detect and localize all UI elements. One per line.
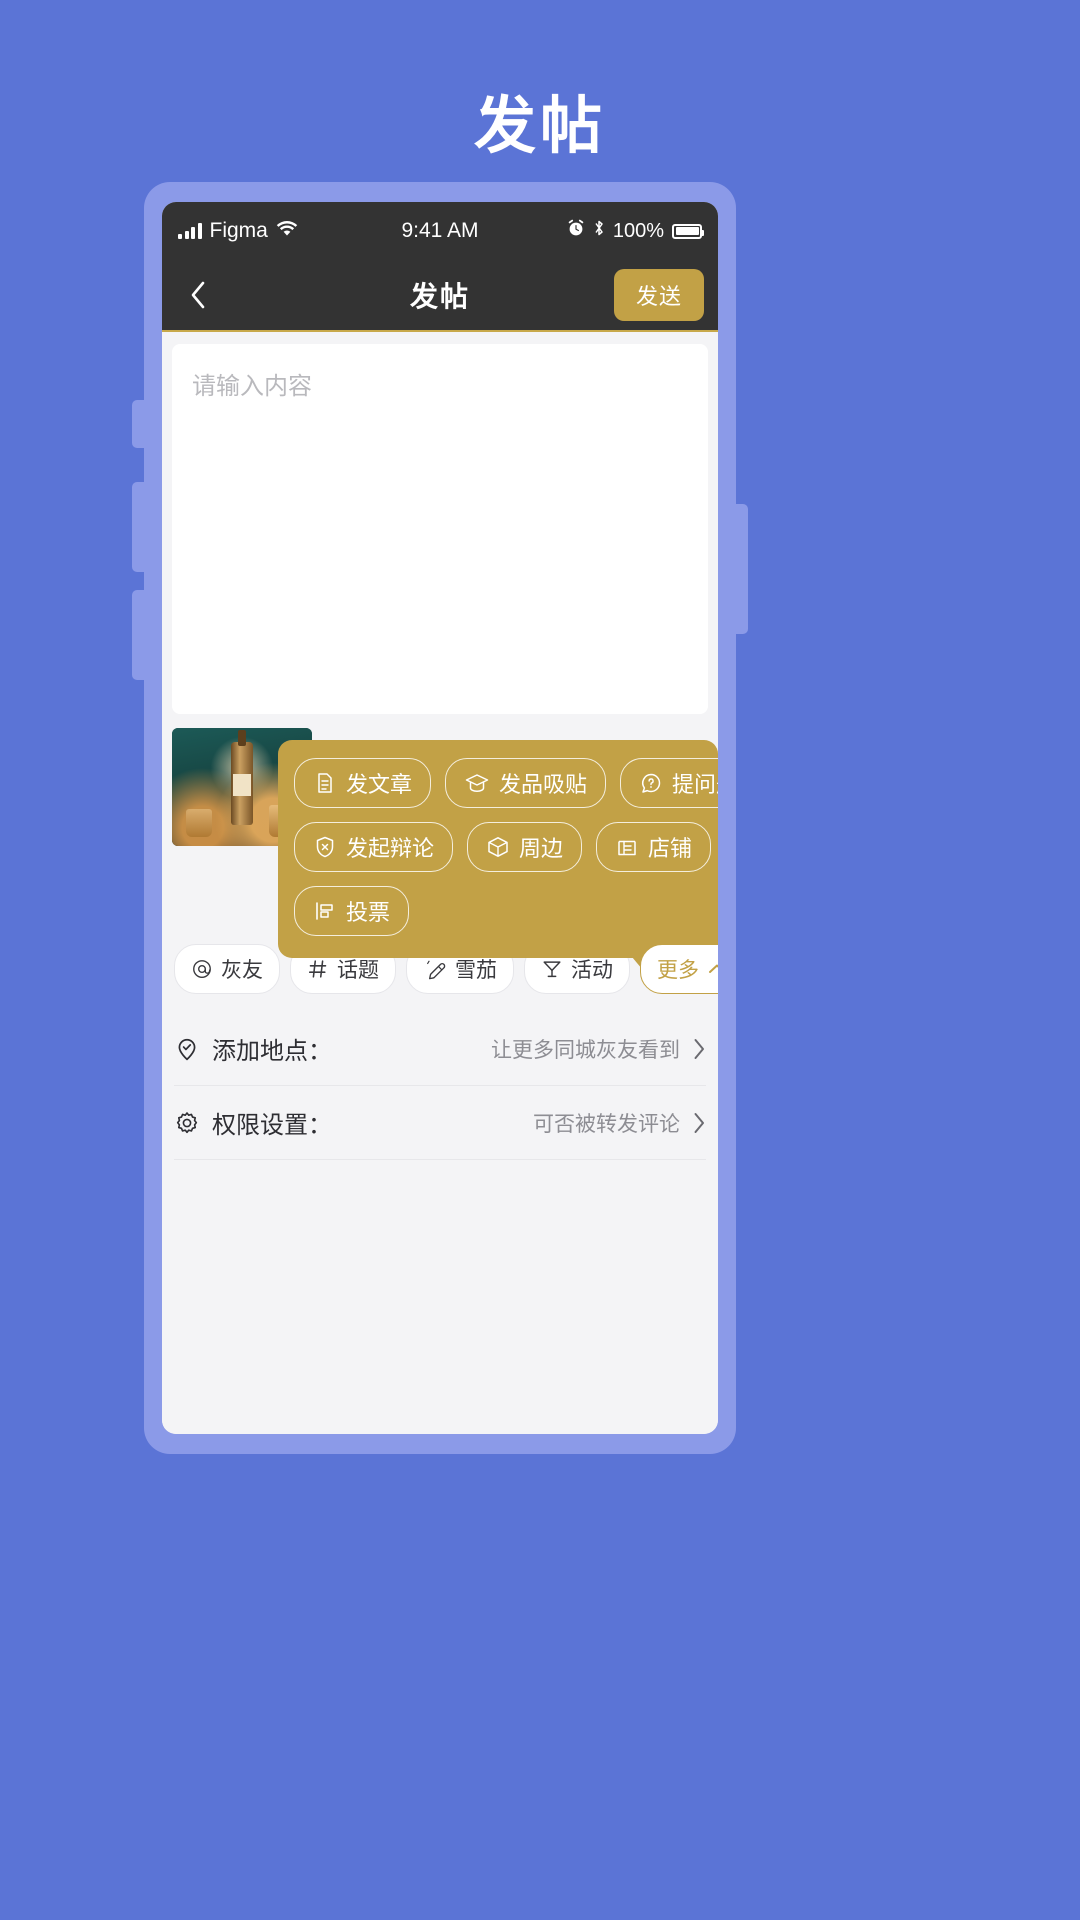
popup-item-label: 投票: [346, 900, 391, 925]
back-button[interactable]: [176, 273, 220, 317]
compose-placeholder: 请输入内容: [192, 373, 312, 400]
graduation-icon: [465, 774, 489, 792]
nav-bar: 发帖 发送: [162, 260, 718, 332]
volume-down-button[interactable]: [132, 590, 144, 680]
tool-chip-label: 雪茄: [455, 959, 497, 982]
cube-icon: [488, 837, 508, 857]
popup-item-shop[interactable]: 店铺: [596, 822, 712, 872]
at-icon: [193, 960, 211, 978]
setting-label: 添加地点：: [212, 1038, 332, 1065]
cocktail-icon: [543, 961, 561, 978]
popup-row-2: 发起辩论 周边 店铺: [294, 822, 712, 872]
tool-chip-label: 灰友: [221, 959, 263, 982]
popup-item-article[interactable]: 发文章: [294, 758, 432, 808]
popup-item-debate[interactable]: 发起辩论: [294, 822, 454, 872]
poll-icon: [316, 902, 333, 920]
popup-item-label: 发文章: [346, 772, 413, 797]
page-title: 发帖: [473, 92, 606, 161]
popup-item-label: 店铺: [648, 836, 693, 861]
tool-chip-mention[interactable]: 灰友: [174, 944, 280, 994]
tool-chip-label: 活动: [571, 959, 613, 982]
shield-x-icon: [316, 836, 334, 858]
send-button[interactable]: 发送: [613, 269, 704, 321]
setting-value: 可否被转发评论: [533, 1112, 680, 1136]
tool-chip-label: 话题: [337, 959, 379, 982]
chevron-right-icon: [694, 1038, 704, 1059]
popup-item-product-post[interactable]: 发品吸贴: [445, 758, 607, 808]
popup-item-label: 提问题: [672, 772, 718, 797]
volume-up-button[interactable]: [132, 482, 144, 572]
compose-textarea[interactable]: 请输入内容: [172, 344, 708, 714]
status-bar: Figma 9:41 AM 100%: [162, 202, 718, 260]
shop-icon: [618, 840, 636, 856]
more-options-popup: 发文章 发品吸贴 提问题 发起辩论: [278, 740, 718, 976]
setting-value: 让更多同城灰友看到: [491, 1038, 680, 1062]
alarm-icon: [567, 219, 585, 243]
settings-list: 添加地点： 让更多同城灰友看到 权限设置： 可否被转发评论: [162, 1012, 718, 1160]
setting-label: 权限设置：: [212, 1112, 332, 1139]
phone-frame: Figma 9:41 AM 100% 发帖 发送 请输入内容 发文章 发品吸贴 …: [132, 182, 748, 1454]
popup-item-label: 周边: [519, 836, 564, 861]
tool-chip-label: 更多: [657, 959, 699, 982]
popup-row-1: 发文章 发品吸贴 提问题: [294, 758, 718, 808]
popup-row-3: 投票: [294, 886, 702, 936]
screen-body: 请输入内容 发文章 发品吸贴 提问 发起辩论 周边 店铺 投票 灰友 话题 雪茄…: [162, 344, 718, 1434]
cigar-icon: [427, 960, 446, 980]
carrier-label: Figma: [209, 219, 268, 242]
tool-chip-more[interactable]: 更多: [640, 944, 718, 994]
glass-shape-left: [186, 808, 212, 837]
chevron-up-icon: [709, 964, 718, 973]
popup-item-label: 发起辩论: [346, 836, 435, 861]
mute-switch[interactable]: [132, 400, 144, 448]
hash-icon: [308, 960, 327, 978]
gear-icon: [176, 1111, 198, 1133]
power-button[interactable]: [736, 504, 748, 634]
popup-item-periphery[interactable]: 周边: [467, 822, 583, 872]
bottle-shape: [231, 742, 253, 825]
question-icon: [642, 773, 661, 793]
popup-item-question[interactable]: 提问题: [620, 758, 718, 808]
chevron-left-icon: [191, 281, 205, 309]
phone-screen: Figma 9:41 AM 100% 发帖 发送 请输入内容 发文章 发品吸贴 …: [162, 202, 718, 1434]
chevron-right-icon: [694, 1112, 704, 1133]
signal-bars-icon: [178, 223, 202, 239]
location-pin-icon: [178, 1038, 196, 1060]
status-bar-right: 100%: [567, 219, 704, 243]
popup-item-poll[interactable]: 投票: [294, 886, 410, 936]
wifi-icon: [276, 220, 298, 243]
battery-icon: [672, 223, 704, 239]
status-bar-left: Figma: [178, 219, 298, 243]
battery-percent-label: 100%: [612, 219, 664, 242]
bluetooth-icon: [593, 219, 605, 243]
popup-item-label: 发品吸贴: [499, 772, 588, 797]
setting-row-location[interactable]: 添加地点： 让更多同城灰友看到: [174, 1012, 706, 1086]
setting-row-permissions[interactable]: 权限设置： 可否被转发评论: [174, 1086, 706, 1160]
document-icon: [318, 773, 332, 793]
